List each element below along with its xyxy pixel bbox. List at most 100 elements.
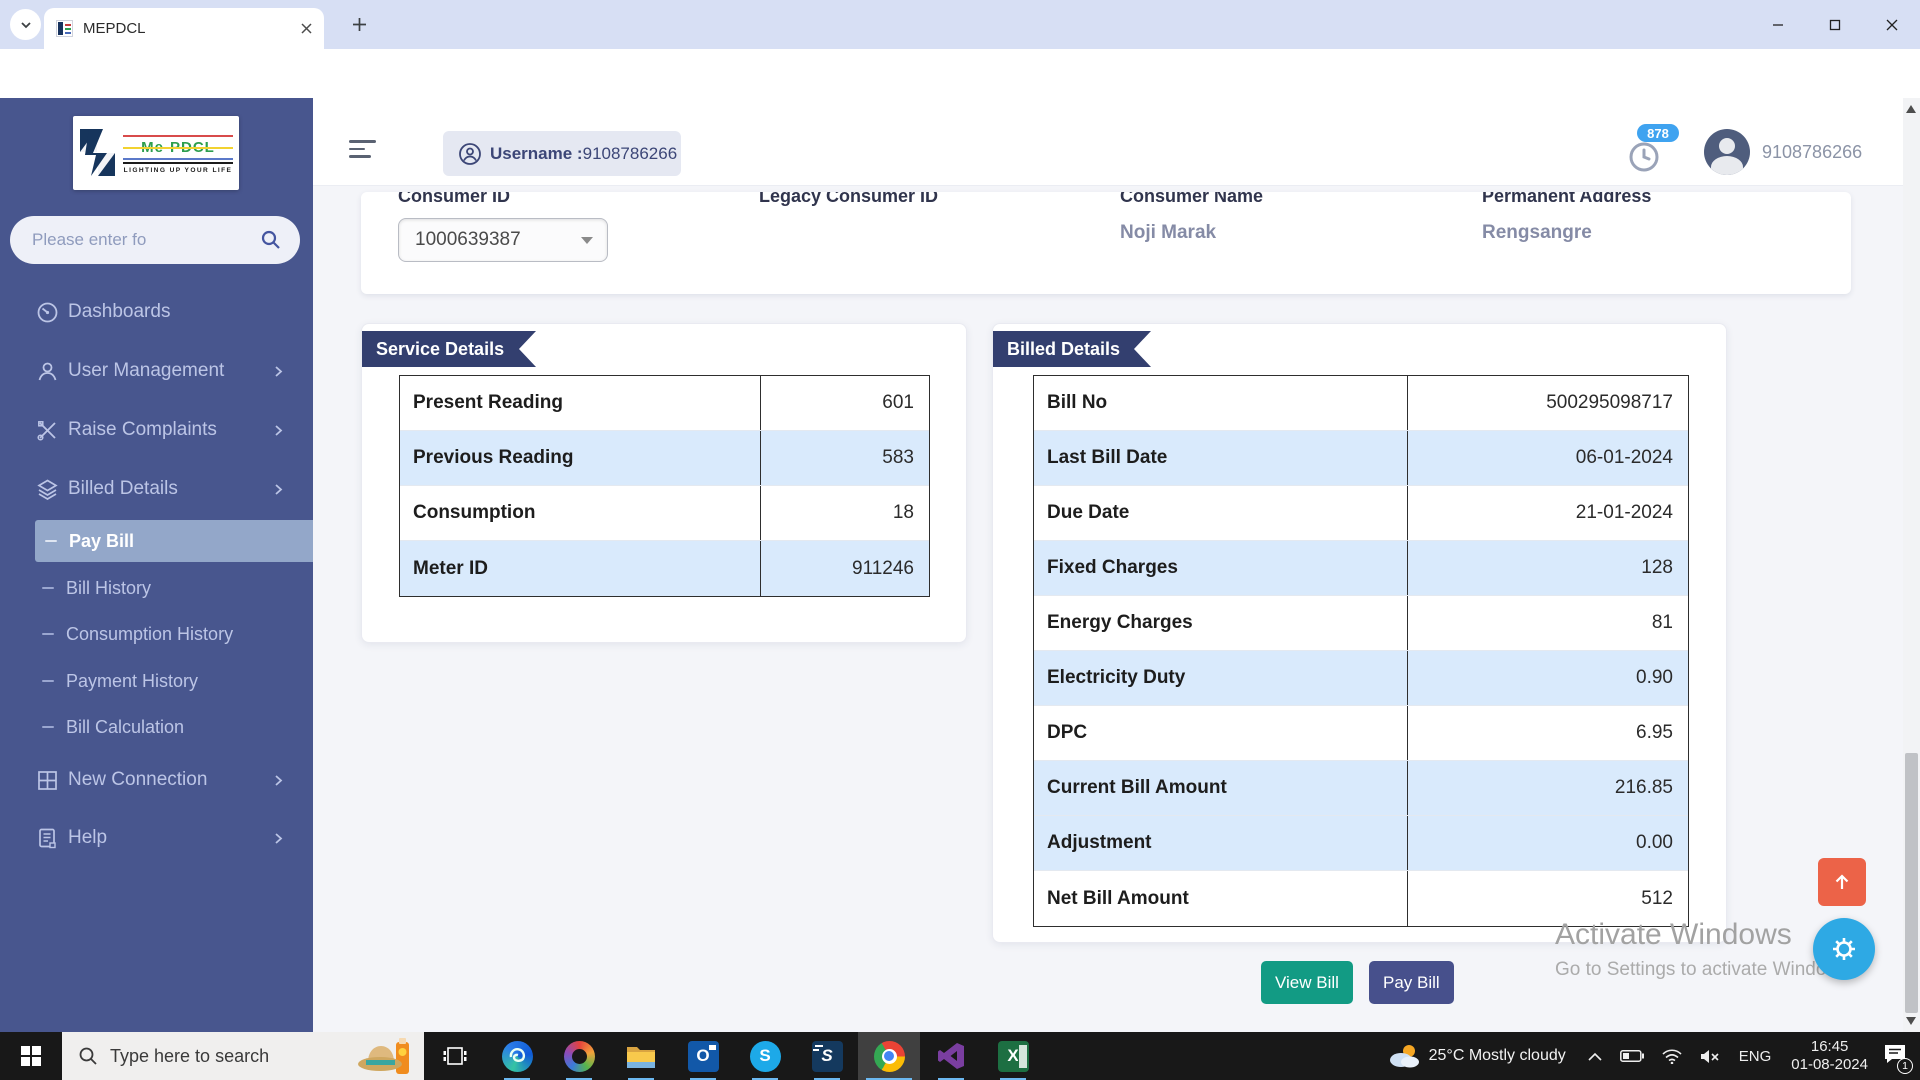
sidebar-item-billed-details[interactable]: Billed Details xyxy=(0,467,313,511)
permanent-address-label: Permanent Address xyxy=(1482,192,1652,206)
edge-icon xyxy=(501,1040,533,1072)
wifi-icon[interactable] xyxy=(1662,1048,1682,1064)
app-header: Username :9108786266 878 9108786266 xyxy=(313,98,1920,186)
dashboard-icon xyxy=(37,302,58,322)
taskbar-file-explorer-icon[interactable] xyxy=(610,1032,672,1080)
service-details-card: Service Details Present Reading 601 Previ… xyxy=(361,323,967,643)
sidebar-item-new-connection[interactable]: New Connection xyxy=(0,758,313,802)
start-button[interactable] xyxy=(0,1032,62,1080)
consumer-id-select[interactable]: 1000639387 xyxy=(398,218,608,262)
sidebar-search-input[interactable] xyxy=(32,230,242,250)
sidebar-item-help[interactable]: Help xyxy=(0,816,313,860)
taskbar-ssms-icon[interactable]: S xyxy=(796,1032,858,1080)
view-bill-button[interactable]: View Bill xyxy=(1261,961,1353,1004)
scroll-to-top-button[interactable] xyxy=(1818,858,1866,906)
activate-windows-watermark: Activate Windows Go to Settings to activ… xyxy=(1555,918,1855,980)
scrollbar-down-arrow[interactable] xyxy=(1906,1017,1916,1025)
hamburger-menu-icon[interactable] xyxy=(349,140,377,158)
scrollbar-thumb[interactable] xyxy=(1905,753,1918,1013)
battery-icon[interactable] xyxy=(1619,1050,1644,1062)
sidebar-item-bill-calculation[interactable]: Bill Calculation xyxy=(0,706,313,748)
window-close-button[interactable] xyxy=(1863,0,1920,49)
windows-icon xyxy=(21,1046,41,1066)
tab-search-button[interactable] xyxy=(10,9,41,40)
arrow-up-icon xyxy=(1835,874,1849,889)
logo-line-blue xyxy=(123,157,233,160)
window-maximize-button[interactable] xyxy=(1806,0,1863,49)
site-favicon xyxy=(56,20,73,37)
taskbar-task-view-button[interactable] xyxy=(424,1032,486,1080)
sidebar-item-pay-bill[interactable]: Pay Bill xyxy=(35,520,313,562)
sidebar-item-payment-history[interactable]: Payment History xyxy=(0,660,313,702)
browser-tab[interactable]: MEPDCL xyxy=(44,8,324,49)
folder-icon xyxy=(627,1047,655,1068)
settings-fab-button[interactable] xyxy=(1813,918,1875,980)
chevron-right-icon xyxy=(275,774,283,786)
browser-tab-strip: MEPDCL xyxy=(0,0,1920,49)
dash-bullet xyxy=(45,539,57,543)
legacy-consumer-id-label: Legacy Consumer ID xyxy=(759,192,939,206)
table-row: DPC 6.95 xyxy=(1034,706,1688,761)
sidebar-item-user-management[interactable]: User Management xyxy=(0,349,313,393)
dash-bullet xyxy=(42,725,54,729)
sidebar-item-raise-complaints[interactable]: Raise Complaints xyxy=(0,408,313,452)
sidebar-subitem-label: Pay Bill xyxy=(69,530,135,551)
taskbar-outlook-icon[interactable]: O xyxy=(672,1032,734,1080)
taskbar-search[interactable] xyxy=(62,1032,424,1080)
taskbar-edge-icon[interactable] xyxy=(486,1032,548,1080)
notification-clock-icon[interactable] xyxy=(1626,138,1662,174)
window-minimize-button[interactable] xyxy=(1749,0,1806,49)
action-center-button[interactable]: 1 xyxy=(1884,1044,1913,1074)
taskbar-navicat-icon[interactable] xyxy=(548,1032,610,1080)
grid-icon xyxy=(38,770,57,790)
taskbar-weather[interactable]: 25°C Mostly cloudy xyxy=(1387,1043,1566,1069)
chevron-right-icon xyxy=(275,424,283,436)
taskbar-excel-icon[interactable]: X xyxy=(982,1032,1044,1080)
search-decoration-hat-icon xyxy=(358,1038,409,1074)
sidebar-item-bill-history[interactable]: Bill History xyxy=(0,567,313,609)
weather-desc: Mostly cloudy xyxy=(1468,1047,1566,1064)
volume-muted-icon[interactable] xyxy=(1700,1049,1720,1064)
logo-line-red xyxy=(123,134,233,137)
consumer-name-value: Noji Marak xyxy=(1120,222,1217,243)
tab-close-icon[interactable] xyxy=(301,23,312,34)
sidebar-item-dashboards[interactable]: Dashboards xyxy=(0,290,313,334)
consumer-id-label: Consumer ID xyxy=(398,192,511,206)
tab-title: MEPDCL xyxy=(83,20,146,37)
taskbar-clock[interactable]: 16:45 01-08-2024 xyxy=(1791,1038,1868,1074)
main-content: Username :9108786266 878 9108786266 Cons… xyxy=(313,98,1920,1032)
notification-badge: 878 xyxy=(1637,124,1679,142)
language-indicator[interactable]: ENG xyxy=(1739,1048,1772,1065)
sidebar-item-label: Billed Details xyxy=(68,478,178,499)
taskbar-chrome-icon[interactable] xyxy=(858,1032,920,1080)
taskbar: O S S X 25°C Mostly cloudy ENG 16:45 01-… xyxy=(0,1032,1920,1080)
scrollbar[interactable] xyxy=(1903,98,1920,1032)
logo-bolt-icon xyxy=(80,129,115,176)
search-icon xyxy=(79,1047,97,1065)
sidebar-item-consumption-history[interactable]: Consumption History xyxy=(0,613,313,655)
avatar[interactable] xyxy=(1704,129,1750,175)
pay-bill-button[interactable]: Pay Bill xyxy=(1369,961,1454,1004)
dash-bullet xyxy=(42,679,54,683)
sidebar-item-label: Dashboards xyxy=(68,301,171,322)
dash-bullet xyxy=(42,586,54,590)
taskbar-search-input[interactable] xyxy=(110,1045,320,1067)
table-row: Present Reading 601 xyxy=(400,376,929,431)
taskbar-visual-studio-icon[interactable] xyxy=(920,1032,982,1080)
taskbar-skype-icon[interactable]: S xyxy=(734,1032,796,1080)
username-badge: Username :9108786266 xyxy=(443,131,681,176)
sidebar-search[interactable] xyxy=(10,216,300,264)
scrollbar-up-arrow[interactable] xyxy=(1906,105,1916,113)
tray-chevron-up-icon[interactable] xyxy=(1588,1052,1602,1061)
search-icon[interactable] xyxy=(260,229,282,251)
skype-letter: S xyxy=(759,1046,771,1065)
consumer-id-selected-value: 1000639387 xyxy=(415,229,521,250)
taskbar-time: 16:45 xyxy=(1810,1038,1849,1055)
help-doc-icon xyxy=(39,828,56,848)
system-tray: 25°C Mostly cloudy ENG 16:45 01-08-2024 … xyxy=(1387,1032,1920,1080)
new-tab-icon[interactable] xyxy=(352,17,367,32)
consumer-name-label: Consumer Name xyxy=(1120,192,1264,206)
task-view-icon xyxy=(443,1047,467,1065)
tools-icon xyxy=(37,420,56,441)
table-row: Due Date 21-01-2024 xyxy=(1034,486,1688,541)
